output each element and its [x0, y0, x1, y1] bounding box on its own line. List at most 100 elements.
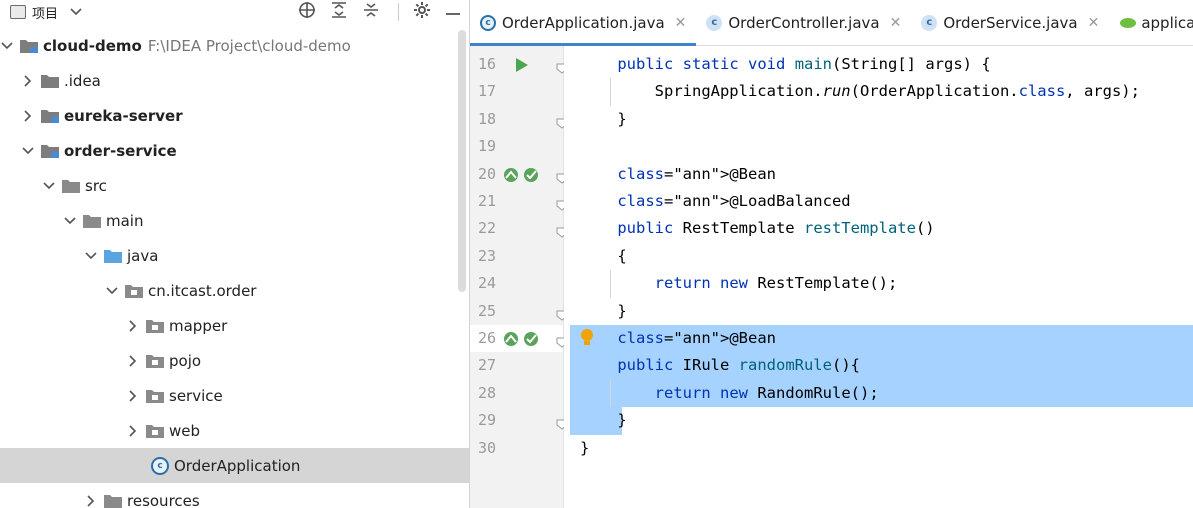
code-line[interactable]: public RestTemplate restTemplate()	[564, 215, 1193, 242]
chevron-down-icon[interactable]	[0, 39, 14, 53]
line-number: 21	[477, 192, 496, 210]
tree-item[interactable]: cn.itcast.order	[0, 273, 469, 308]
spring-leaf-icon	[1119, 16, 1137, 30]
tab-orderservice-java[interactable]: c OrderService.java ✕	[911, 1, 1109, 45]
collapse-all-icon[interactable]	[362, 1, 380, 23]
line-number: 29	[477, 411, 496, 430]
code-area[interactable]: public static void main(String[] args) {…	[564, 46, 1193, 508]
tree-item[interactable]: java	[0, 238, 469, 273]
code-line[interactable]: }	[564, 435, 1193, 462]
tree-item[interactable]: .idea	[0, 63, 469, 98]
code-line[interactable]: }	[564, 407, 1193, 434]
chevron-down-icon[interactable]	[70, 5, 82, 20]
tab-label: OrderApplication.java	[502, 14, 665, 32]
locate-icon[interactable]	[298, 1, 316, 23]
gear-icon[interactable]	[413, 1, 431, 23]
close-icon[interactable]: ✕	[1088, 15, 1100, 31]
tree-item[interactable]: c OrderApplication	[0, 448, 469, 483]
chevron-right-icon[interactable]	[21, 74, 35, 88]
spring-class-icon: c	[151, 456, 169, 475]
project-panel: 项目 cloud-demo F:\IDEA Project\cloud-demo.…	[0, 0, 470, 508]
tree-item[interactable]: mapper	[0, 308, 469, 343]
code-line[interactable]: {	[564, 243, 1193, 270]
code-line[interactable]: class="ann">@LoadBalanced	[564, 188, 1193, 215]
run-icon[interactable]	[516, 57, 528, 76]
tree-item[interactable]: service	[0, 378, 469, 413]
folder-icon	[41, 74, 59, 88]
tree-item-label: web	[169, 421, 201, 440]
code-line[interactable]: return new RestTemplate();	[564, 270, 1193, 297]
divider	[398, 3, 399, 21]
code-line[interactable]: return new RandomRule();	[564, 380, 1193, 407]
tree-item[interactable]: eureka-server	[0, 98, 469, 133]
chevron-down-icon[interactable]	[42, 179, 56, 193]
folder-icon	[62, 179, 80, 193]
folder-icon	[146, 319, 164, 333]
close-icon[interactable]: ✕	[675, 15, 687, 31]
editor: c OrderApplication.java ✕ c OrderController.…	[470, 0, 1193, 508]
intention-bulb-icon[interactable]	[580, 328, 594, 352]
code-line[interactable]: public IRule randomRule(){	[564, 352, 1193, 379]
bean-icon[interactable]	[502, 166, 542, 188]
tab-orderapplication-java[interactable]: c OrderApplication.java ✕	[470, 1, 697, 46]
bean-icon[interactable]	[502, 330, 542, 352]
close-icon[interactable]: ✕	[890, 15, 902, 31]
indent-guide	[610, 78, 611, 106]
tree-item-label: eureka-server	[64, 106, 183, 125]
tree-item[interactable]: order-service	[0, 133, 469, 168]
tree-item[interactable]: resources	[0, 483, 469, 508]
chevron-down-icon[interactable]	[63, 214, 77, 228]
tree-item-label: pojo	[169, 351, 202, 370]
expand-all-icon[interactable]	[330, 1, 348, 23]
chevron-down-icon[interactable]	[84, 249, 98, 263]
tree-item[interactable]: pojo	[0, 343, 469, 378]
folder-icon	[20, 39, 38, 53]
code-line[interactable]: SpringApplication.run(OrderApplication.c…	[564, 78, 1193, 105]
line-number: 18	[477, 109, 496, 128]
tab-label: OrderController.java	[728, 14, 880, 32]
tree-item[interactable]: src	[0, 168, 469, 203]
line-number: 23	[477, 246, 496, 265]
code-line[interactable]: class="ann">@Bean	[564, 325, 1193, 352]
code-line[interactable]: class="ann">@Bean	[564, 161, 1193, 188]
chevron-right-icon[interactable]	[21, 109, 35, 123]
chevron-right-icon[interactable]	[126, 389, 140, 403]
project-panel-title[interactable]: 项目	[32, 3, 58, 22]
folder-icon	[41, 144, 59, 158]
folder-icon	[104, 494, 122, 508]
folder-icon	[146, 389, 164, 403]
chevron-right-icon[interactable]	[126, 319, 140, 333]
folder-icon	[146, 424, 164, 438]
tree-scrollbar[interactable]	[458, 30, 466, 292]
tree-item[interactable]: main	[0, 203, 469, 238]
chevron-down-icon[interactable]	[105, 284, 119, 298]
folder-icon	[104, 249, 122, 263]
project-tree: cloud-demo F:\IDEA Project\cloud-demo .ide…	[0, 27, 469, 508]
chevron-right-icon[interactable]	[126, 354, 140, 368]
code-line[interactable]: public static void main(String[] args) {	[564, 51, 1193, 78]
indent-guide	[610, 379, 611, 408]
code-line[interactable]: }	[564, 298, 1193, 325]
code-line[interactable]: }	[564, 106, 1193, 133]
editor-tabs: c OrderApplication.java ✕ c OrderController.…	[470, 0, 1193, 46]
tree-item[interactable]: web	[0, 413, 469, 448]
tree-item-label: resources	[127, 491, 200, 508]
tab-label: applicati	[1141, 14, 1193, 32]
line-number: 16	[477, 55, 496, 73]
folder-icon	[125, 284, 143, 298]
chevron-right-icon[interactable]	[84, 494, 98, 508]
tree-item[interactable]: cloud-demo F:\IDEA Project\cloud-demo	[0, 28, 469, 63]
tab-ordercontroller-java[interactable]: c OrderController.java ✕	[696, 1, 911, 45]
tab-label: OrderService.java	[943, 14, 1078, 32]
chevron-down-icon[interactable]	[21, 144, 35, 158]
code-line[interactable]	[564, 133, 1193, 160]
project-view-icon[interactable]	[10, 5, 26, 19]
tree-item-label: mapper	[169, 316, 228, 335]
tab-applicati[interactable]: applicati	[1109, 1, 1193, 45]
spring-class-icon: c	[480, 15, 496, 31]
project-panel-header: 项目	[0, 0, 469, 24]
hide-panel-icon[interactable]	[445, 5, 461, 20]
folder-icon	[146, 354, 164, 368]
chevron-right-icon[interactable]	[126, 424, 140, 438]
indent-guide	[610, 270, 611, 298]
